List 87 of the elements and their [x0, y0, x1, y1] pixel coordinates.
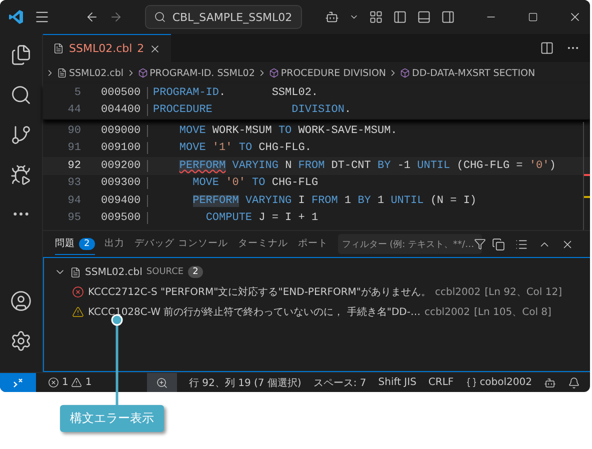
problem-row[interactable]: KCCC2712C-S "PERFORM"文に対応する"END-PERFORM"がありません。 ccbl2002 [Ln 92、Col 12]	[44, 282, 590, 302]
eol-status[interactable]: CRLF	[428, 377, 454, 388]
sequence-number: 009500	[101, 212, 148, 224]
line-number: 93	[66, 177, 81, 190]
indent-status[interactable]: スペース: 7	[313, 376, 366, 390]
remote-button[interactable]	[0, 373, 36, 392]
split-editor-icon[interactable]	[540, 41, 554, 55]
problems-status[interactable]: 1 1	[48, 377, 92, 388]
problem-file-row[interactable]: SSML02.cbl SOURCE 2	[44, 262, 590, 282]
sequence-number: 009000	[101, 124, 148, 137]
search-icon[interactable]	[10, 84, 32, 106]
sequence-number: 009100	[101, 142, 148, 154]
error-icon	[72, 286, 84, 298]
code-text: MOVE '1' TO CHG-FLG.	[178, 142, 312, 154]
sequence-number: 000500	[101, 86, 148, 99]
breadcrumb-item[interactable]: SSML02.cbl	[69, 68, 124, 78]
debug-icon[interactable]	[10, 164, 32, 186]
panel-tab[interactable]: ポート	[298, 234, 328, 254]
file-icon	[53, 43, 64, 54]
code-text: MOVE '0' TO CHG-FLG	[192, 177, 318, 190]
code-text: PROGRAM-ID. SSML02.	[153, 86, 318, 99]
filter-icon[interactable]	[474, 238, 486, 250]
line-number: 92	[66, 160, 81, 172]
forward-icon[interactable]	[109, 10, 123, 24]
account-icon[interactable]	[10, 290, 32, 312]
breadcrumb-item[interactable]: PROGRAM-ID. SSML02	[150, 68, 255, 78]
settings-icon[interactable]	[10, 330, 32, 352]
sequence-number: 009200	[101, 160, 148, 172]
sequence-number: 009300	[101, 177, 148, 190]
callout-label: 構文エラー表示	[60, 405, 164, 432]
panel-left-icon[interactable]	[392, 10, 406, 24]
zoom-in-icon	[156, 376, 168, 388]
search-field[interactable]: CBL_SAMPLE_SSML02	[145, 5, 302, 29]
close-icon[interactable]	[568, 10, 582, 24]
line-number: 44	[66, 104, 81, 116]
logo-icon	[8, 9, 24, 25]
breadcrumb-item[interactable]: PROCEDURE DIVISION	[280, 68, 386, 78]
robot-icon[interactable]	[544, 376, 556, 388]
sequence-number: 009400	[101, 194, 148, 207]
file-icon	[57, 68, 67, 78]
cube-icon	[138, 68, 148, 78]
layout-icon[interactable]	[368, 10, 382, 24]
code-text: COMPUTE J = I + 1	[204, 212, 318, 224]
cube-icon	[268, 68, 279, 78]
editor-tab[interactable]: SSML02.cbl 2	[43, 34, 172, 62]
panel-bottom-icon[interactable]	[416, 10, 430, 24]
error-icon	[48, 377, 59, 388]
robot-icon[interactable]	[324, 10, 338, 24]
search-text: CBL_SAMPLE_SSML02	[172, 10, 292, 24]
maximize-icon[interactable]	[528, 12, 538, 22]
file-icon	[70, 266, 81, 278]
encoding-status[interactable]: Shift JIS	[378, 377, 416, 388]
zoom-button[interactable]	[147, 373, 177, 392]
back-icon[interactable]	[85, 10, 99, 24]
panel-right-icon[interactable]	[440, 10, 454, 24]
warning-marker	[584, 196, 590, 198]
branch-icon[interactable]	[10, 124, 32, 146]
code-text: PROCEDURE DIVISION.	[153, 104, 352, 116]
language-status[interactable]: cobol2002	[466, 377, 532, 388]
panel-tab[interactable]: ターミナル	[238, 234, 288, 254]
panel-tab[interactable]: 出力	[104, 234, 125, 254]
menu-icon[interactable]	[34, 9, 50, 25]
code-text: PERFORM VARYING I FROM 1 BY 1 UNTIL (N = I)	[192, 194, 477, 207]
code-text: MOVE WORK-MSUM TO WORK-SAVE-MSUM.	[178, 124, 398, 137]
error-marker	[584, 174, 590, 176]
line-number: 5	[73, 86, 81, 99]
breadcrumb-item[interactable]: DD-DATA-MXSRT SECTION	[412, 68, 536, 78]
copy-icon[interactable]	[492, 238, 505, 250]
files-icon[interactable]	[10, 44, 32, 66]
braces-icon	[466, 377, 477, 388]
cube-icon	[400, 68, 410, 78]
sequence-number: 004400	[101, 104, 148, 116]
panel-tab[interactable]: 問題 2	[55, 234, 95, 254]
line-number: 91	[66, 142, 81, 154]
problem-row[interactable]: KCCC1028C-W 前の行が終止符で終わっていないのに， 手続き名"DD-… ccbl2002 [Ln 105、Col 8]	[44, 302, 590, 322]
panel-tab[interactable]: デバッグ コンソール	[134, 234, 228, 254]
line-number: 95	[66, 212, 81, 224]
warning-icon	[72, 306, 84, 318]
bell-icon[interactable]	[568, 376, 580, 388]
cursor-position[interactable]: 行 92、列 19 (7 個選択)	[189, 376, 302, 390]
line-number: 90	[66, 124, 81, 137]
line-number: 94	[66, 194, 81, 207]
warning-icon	[71, 377, 82, 388]
code-text: PERFORM VARYING N FROM DT-CNT BY -1 UNTIL (CHG-FLG = '0')	[178, 160, 556, 172]
close-icon[interactable]	[149, 42, 162, 54]
search-icon	[154, 11, 166, 23]
remote-icon	[13, 378, 23, 388]
